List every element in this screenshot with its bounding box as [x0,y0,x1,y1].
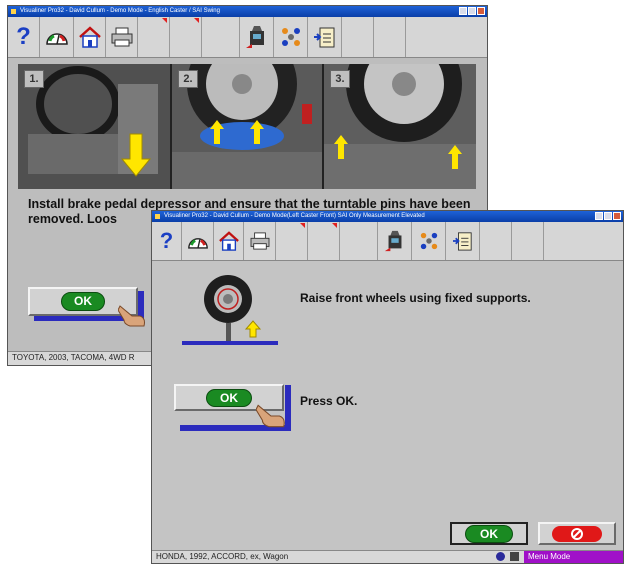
status-icon-2 [510,552,519,561]
red-flag-icon [300,223,305,228]
window-controls [459,7,485,15]
press-ok-text: Press OK. [300,394,358,408]
toolbar-slot-4[interactable] [480,222,512,260]
print-button[interactable] [106,17,138,57]
back-window-titlebar: Visualiner Pro32 - David Cullum - Demo M… [8,6,487,17]
back-vehicle-status: TOYOTA, 2003, TACOMA, 4WD R [12,353,135,362]
clipboard-button[interactable] [446,222,480,260]
sensor-icon [245,26,264,48]
dots-button[interactable] [274,17,308,57]
toolbar-slot-4[interactable] [342,17,374,57]
red-flag-icon [194,18,199,23]
ok-pill: OK [206,388,252,407]
network-dots-icon [420,232,437,250]
clipboard-arrow-icon [313,27,334,48]
front-content: Raise front wheels using fixed supports.… [152,261,623,551]
home-button[interactable] [74,17,106,57]
gauge-button[interactable] [182,222,214,260]
home-icon [218,231,239,251]
help-icon: ? [159,228,174,253]
maximize-button[interactable] [468,7,476,15]
step-number-3: 3. [330,70,350,88]
help-icon: ? [16,23,31,50]
front-window: Visualiner Pro32 - David Cullum - Demo M… [151,210,624,564]
close-button[interactable] [477,7,485,15]
gauge-icon [187,237,208,249]
red-flag-icon [332,223,337,228]
back-window-title: Visualiner Pro32 - David Cullum - Demo M… [20,8,220,14]
raised-wheel-icon [182,275,278,345]
sensor-button[interactable] [240,17,274,57]
cancel-button[interactable] [538,522,616,545]
sensor-icon [384,230,401,252]
help-button[interactable]: ? [8,17,40,57]
toolbar-slot-2[interactable] [308,222,340,260]
toolbar-slot-1[interactable] [276,222,308,260]
step-photo-2: 2. [172,64,322,189]
maximize-button[interactable] [604,212,612,220]
step-photo-1: 1. [18,64,170,189]
minimize-button[interactable] [595,212,603,220]
red-flag-icon [162,18,167,23]
front-toolbar: ? [152,222,623,261]
front-statusbar: HONDA, 1992, ACCORD, ex, Wagon Menu Mode [152,550,623,563]
clipboard-arrow-icon [452,232,472,251]
toolbar-slot-3[interactable] [202,17,240,57]
close-button[interactable] [613,212,621,220]
front-window-titlebar: Visualiner Pro32 - David Cullum - Demo M… [152,211,623,222]
toolbar-slot-1[interactable] [138,17,170,57]
step-number-1: 1. [24,70,44,88]
network-dots-icon [281,28,300,46]
bottom-ok-button[interactable]: OK [450,522,528,545]
home-button[interactable] [214,222,244,260]
gauge-button[interactable] [40,17,74,57]
front-vehicle-status: HONDA, 1992, ACCORD, ex, Wagon [156,552,289,561]
step-photo-3: 3. [324,64,476,189]
ok-pill: OK [61,292,105,311]
minimize-button[interactable] [459,7,467,15]
dots-button[interactable] [412,222,446,260]
help-button[interactable]: ? [152,222,182,260]
no-entry-icon [571,527,583,540]
app-icon [11,9,16,14]
print-button[interactable] [244,222,276,260]
printer-icon [111,27,132,47]
front-window-title: Visualiner Pro32 - David Cullum - Demo M… [164,213,425,219]
mode-indicator: Menu Mode [524,551,623,563]
gauge-icon [45,33,68,45]
step-number-2: 2. [178,70,198,88]
pointing-hand-icon [118,305,145,327]
status-icon-1 [496,552,505,561]
toolbar-slot-5[interactable] [512,222,544,260]
front-instruction-text: Raise front wheels using fixed supports. [300,291,531,305]
printer-icon [250,232,269,250]
toolbar-slot-5[interactable] [374,17,406,57]
home-icon [78,26,101,48]
step-photo-strip: 1. 2. 3. [18,64,476,189]
sensor-button[interactable] [378,222,412,260]
back-toolbar: ? [8,17,487,58]
toolbar-slot-3[interactable] [340,222,378,260]
pointing-hand-icon [256,404,285,428]
window-controls [595,212,621,220]
clipboard-button[interactable] [308,17,342,57]
cancel-pill [552,525,602,542]
app-icon [155,214,160,219]
toolbar-slot-2[interactable] [170,17,202,57]
ok-pill: OK [465,524,513,543]
